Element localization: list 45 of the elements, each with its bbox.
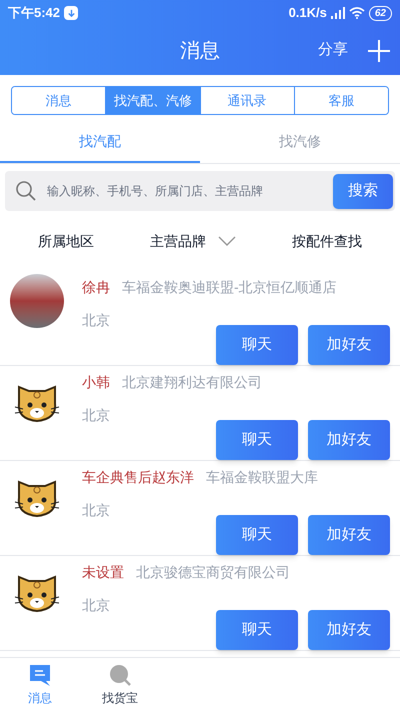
search-field[interactable]: 输入昵称、手机号、所属门店、主营品牌 搜索 — [5, 171, 395, 211]
contact-city: 北京 — [82, 311, 110, 330]
segment-tab[interactable]: 找汽配、汽修 — [105, 87, 200, 114]
share-button[interactable]: 分享 — [318, 39, 348, 62]
filter-option[interactable]: 按配件查找 — [292, 230, 362, 252]
chat-button[interactable]: 聊天 — [216, 420, 298, 460]
sub-tab[interactable]: 找汽修 — [200, 121, 400, 163]
download-icon — [64, 6, 78, 20]
sub-tab[interactable]: 找汽配 — [0, 121, 200, 163]
nav-tab[interactable]: 消息 — [0, 658, 80, 711]
avatar-photo-placeholder — [10, 274, 64, 328]
battery-indicator: 62 — [368, 6, 392, 20]
chat-button[interactable]: 聊天 — [216, 610, 298, 650]
search-icon — [108, 662, 132, 686]
contact-name: 未设置 — [82, 563, 124, 582]
chat-button[interactable]: 聊天 — [216, 325, 298, 365]
chat-bubble-icon — [28, 662, 52, 686]
contact-name: 徐冉 — [82, 278, 110, 297]
signal-icon — [330, 7, 345, 19]
search-icon — [15, 180, 37, 202]
add-friend-button[interactable]: 加好友 — [308, 420, 390, 460]
add-friend-button[interactable]: 加好友 — [308, 515, 390, 555]
search-button[interactable]: 搜索 — [333, 174, 393, 208]
add-friend-button[interactable]: 加好友 — [308, 610, 390, 650]
chat-button[interactable]: 聊天 — [216, 515, 298, 555]
contact-city: 北京 — [82, 501, 110, 520]
contact-name: 小韩 — [82, 373, 110, 392]
network-speed: 0.1K/s — [288, 4, 327, 22]
add-friend-button[interactable]: 加好友 — [308, 325, 390, 365]
company-name: 北京骏德宝商贸有限公司 — [136, 563, 290, 582]
segment-tab[interactable]: 客服 — [294, 87, 388, 114]
filter-option[interactable]: 主营品牌 — [150, 230, 236, 252]
contact-city: 北京 — [82, 406, 110, 425]
contact-city: 北京 — [82, 596, 110, 615]
status-time: 下午5:42 — [8, 4, 60, 22]
add-icon[interactable] — [368, 40, 390, 62]
company-name: 车福金鞍奥迪联盟-北京恒亿顺通店 — [122, 278, 337, 297]
wifi-icon — [348, 7, 365, 19]
company-name: 北京建翔利达有限公司 — [122, 373, 262, 392]
chevron-down-icon — [218, 236, 236, 246]
contact-name: 车企典售后赵东洋 — [82, 468, 194, 487]
company-name: 车福金鞍联盟大库 — [206, 468, 318, 487]
page-title: 消息 — [180, 38, 220, 64]
nav-tab[interactable]: 找货宝 — [80, 658, 160, 711]
filter-option[interactable]: 所属地区 — [38, 230, 94, 252]
